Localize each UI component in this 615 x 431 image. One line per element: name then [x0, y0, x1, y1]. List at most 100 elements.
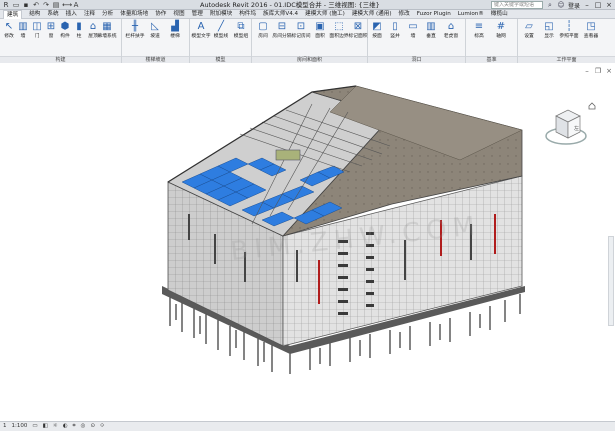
temporary-isolate-icon[interactable]: ⊙ [90, 422, 95, 431]
ribbon: ↖ 修改 ▥ 墙 ◫ 门 ⊞ 窗 ⬢ 构件 ▮ 柱 ⌂ 屋顶 ▦ 幕墙系统 构建 ╫ 栏杆扶手 ◺… [0, 19, 615, 63]
tab-9[interactable]: 管理 [192, 10, 203, 19]
crop-view-icon[interactable]: ⌗ [73, 422, 76, 431]
user-icon[interactable]: ☺ [557, 1, 565, 9]
by-face-icon: ◩ [372, 21, 382, 32]
modify-icon: ↖ [4, 21, 14, 32]
tab-0[interactable]: 建筑 [3, 9, 23, 19]
area-button[interactable]: ▣ 面积 [313, 21, 327, 40]
window-icon: ⊞ [46, 21, 56, 32]
visual-style-icon[interactable]: ◧ [43, 422, 48, 431]
tag-room-icon: ⊡ [296, 21, 306, 32]
revit-logo-icon[interactable]: R [2, 1, 10, 9]
undo-icon[interactable]: ↶ [32, 1, 40, 9]
viewer-icon: ◳ [586, 21, 596, 32]
tab-18[interactable]: 橄榄山 [491, 10, 508, 19]
model-text-button[interactable]: A 模型文字 [191, 21, 210, 40]
dormer-button[interactable]: ⌂ 老虎窗 [444, 21, 458, 40]
area-boundary-button[interactable]: ⬚ 面积边界 [329, 21, 348, 40]
reveal-hidden-icon[interactable]: ⟐ [100, 422, 104, 431]
level-button[interactable]: ≡ 标高 [472, 21, 486, 40]
viewcube[interactable]: 左 [540, 104, 590, 150]
room-button[interactable]: ▢ 房间 [256, 21, 270, 40]
minimize-icon[interactable]: – [583, 1, 591, 9]
window-button[interactable]: ⊞ 窗 [44, 21, 58, 40]
stair-button[interactable]: ▟ 楼梯 [168, 21, 182, 40]
home-icon[interactable] [588, 102, 596, 110]
text-icon[interactable]: A [72, 1, 80, 9]
component-icon: ⬢ [60, 21, 70, 32]
model-line-button[interactable]: ╱ 模型线 [214, 21, 228, 40]
grid-icon: # [496, 21, 506, 32]
tab-15[interactable]: 修改 [399, 10, 410, 19]
open-icon[interactable]: ▭ [12, 1, 20, 9]
tab-3[interactable]: 插入 [66, 10, 77, 19]
tab-8[interactable]: 视图 [173, 10, 184, 19]
3d-viewport[interactable]: – ❐ × BIM.ZHW.COM 左 [0, 64, 615, 421]
tab-14[interactable]: 建模大师 (通用) [352, 10, 392, 19]
ribbon-tabs: 建筑 结构 系统 插入 注释 分析 体量和场地 协作 视图 管理 附加模块 构件坞 族库大师V4.4 建模… [0, 9, 615, 19]
column-button[interactable]: ▮ 柱 [72, 21, 86, 40]
sun-path-icon[interactable]: ☼ [53, 422, 58, 431]
login-button[interactable]: 登录 [568, 1, 580, 10]
tab-11[interactable]: 构件坞 [239, 10, 256, 19]
component-button[interactable]: ⬢ 构件 [58, 21, 72, 40]
ribbon-group-workplane: ▱ 设置 ◱ 显示 ┆ 参照平面 ◳ 查看器 工作平面 [518, 19, 615, 63]
railing-button[interactable]: ╫ 栏杆扶手 [125, 21, 144, 40]
window-title: Autodesk Revit 2016 - 01.IDC模型合并 - 三维视图:… [200, 1, 380, 9]
search-icon[interactable]: ⌕ [546, 1, 554, 9]
search-input[interactable]: 键入关键字或短语 [490, 1, 543, 9]
tab-2[interactable]: 系统 [47, 10, 58, 19]
tab-6[interactable]: 体量和场地 [120, 10, 148, 19]
measure-icon[interactable]: ⟷ [62, 1, 72, 9]
wall-opening-button[interactable]: ▭ 墙 [406, 21, 420, 40]
ribbon-group-room-area: ▢ 房间 ⊟ 房间分隔 ⊡ 标记房间 ▣ 面积 ⬚ 面积边界 ⊠ 标记面积 房间和面积 [252, 19, 368, 63]
ramp-icon: ◺ [151, 21, 159, 32]
view-scale[interactable]: 1:100 [12, 422, 28, 431]
ref-plane-button[interactable]: ┆ 参照平面 [559, 21, 578, 40]
model-line-icon: ╱ [217, 21, 225, 32]
tab-17[interactable]: Lumion® [458, 10, 484, 19]
door-button[interactable]: ◫ 门 [30, 21, 44, 40]
show-workplane-button[interactable]: ◱ 显示 [542, 21, 556, 40]
viewer-button[interactable]: ◳ 查看器 [584, 21, 598, 40]
maximize-icon[interactable]: □ [594, 1, 602, 9]
tag-area-button[interactable]: ⊠ 标记面积 [348, 21, 367, 40]
hide-icon[interactable]: ◎ [81, 422, 86, 431]
ribbon-group-opening: ◩ 按面 ▯ 竖井 ▭ 墙 ▥ 垂直 ⌂ 老虎窗 洞口 [368, 19, 466, 63]
print-icon[interactable]: ▤ [52, 1, 60, 9]
redo-icon[interactable]: ↷ [42, 1, 50, 9]
ribbon-group-label: 工作平面 [518, 56, 615, 63]
tab-4[interactable]: 注释 [84, 10, 95, 19]
grid-button[interactable]: # 轴网 [494, 21, 508, 40]
curtain-system-button[interactable]: ▦ 幕墙系统 [97, 21, 116, 40]
tab-12[interactable]: 族库大师V4.4 [263, 10, 298, 19]
ramp-button[interactable]: ◺ 坡道 [148, 21, 162, 40]
save-icon[interactable]: ▪ [22, 1, 30, 9]
room-separator-button[interactable]: ⊟ 房间分隔 [272, 21, 291, 40]
vertical-opening-icon: ▥ [426, 21, 436, 32]
model-group-icon: ⧉ [237, 21, 245, 32]
detail-level-icon[interactable]: ▭ [32, 422, 37, 431]
shadows-icon[interactable]: ◐ [63, 422, 68, 431]
wall-button[interactable]: ▥ 墙 [16, 21, 30, 40]
ribbon-group-label: 模型 [190, 56, 251, 63]
tab-1[interactable]: 结构 [29, 10, 40, 19]
tab-10[interactable]: 附加模块 [210, 10, 232, 19]
shaft-button[interactable]: ▯ 竖井 [388, 21, 402, 40]
set-workplane-button[interactable]: ▱ 设置 [522, 21, 536, 40]
tab-5[interactable]: 分析 [102, 10, 113, 19]
tab-13[interactable]: 建模大师 (施工) [305, 10, 345, 19]
ribbon-group-label: 楼梯坡道 [122, 56, 189, 63]
tag-area-icon: ⊠ [353, 21, 363, 32]
by-face-button[interactable]: ◩ 按面 [370, 21, 384, 40]
model-group-button[interactable]: ⧉ 模型组 [234, 21, 248, 40]
vertical-opening-button[interactable]: ▥ 垂直 [424, 21, 438, 40]
tag-room-button[interactable]: ⊡ 标记房间 [291, 21, 310, 40]
close-icon[interactable]: × [605, 1, 613, 9]
roof-icon: ⌂ [89, 21, 97, 32]
status-bar: 1 1:100 ▭ ◧ ☼ ◐ ⌗ ◎ ⊙ ⟐ [0, 421, 615, 431]
navigation-bar[interactable] [608, 236, 614, 326]
tab-16[interactable]: Fuzor Plugin [417, 10, 451, 19]
tab-7[interactable]: 协作 [155, 10, 166, 19]
modify-button[interactable]: ↖ 修改 [2, 21, 16, 40]
